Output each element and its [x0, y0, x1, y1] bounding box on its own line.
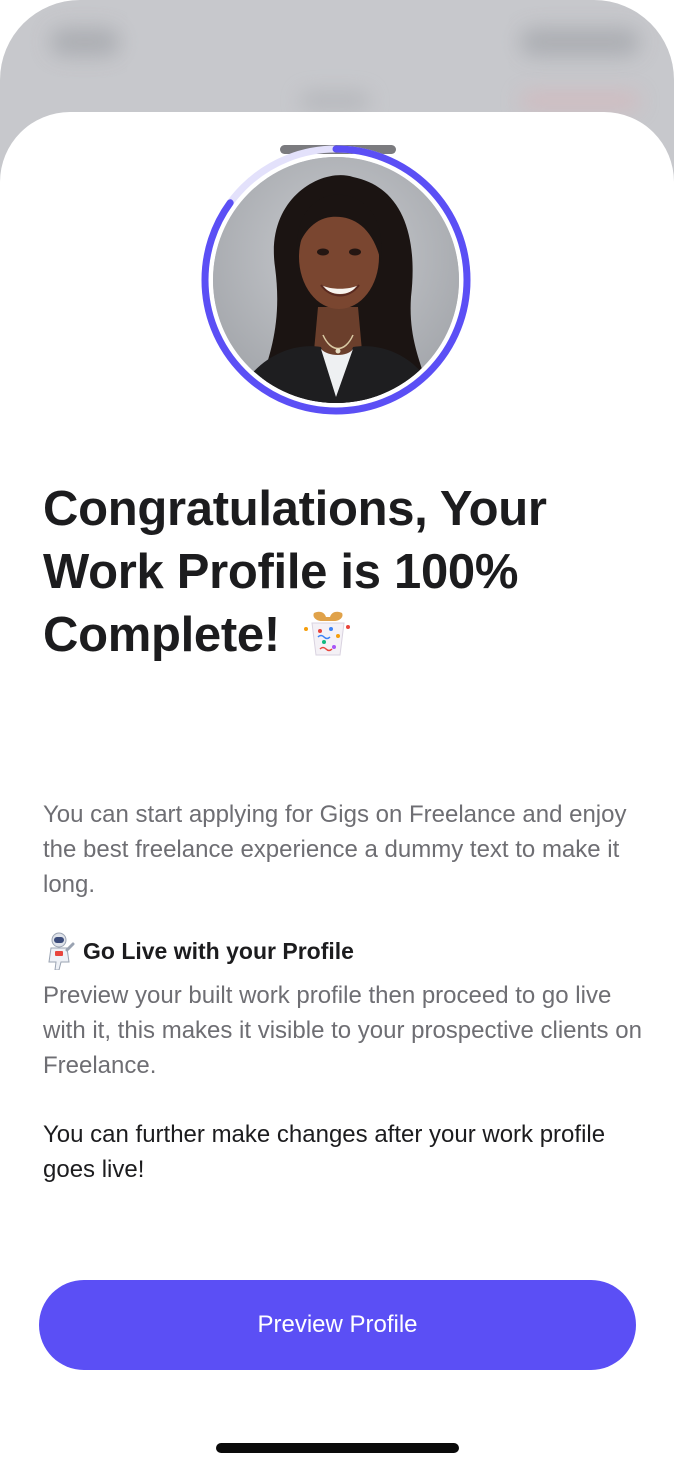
- avatar-photo: [213, 157, 459, 403]
- confetti-popper-icon: [303, 611, 350, 656]
- go-live-description: Preview your built work profile then pro…: [43, 982, 642, 1079]
- astronaut-icon: [48, 932, 75, 970]
- headline-text: Congratulations, Your Work Profile is 10…: [43, 482, 547, 662]
- blurred-content: [520, 92, 640, 110]
- blurred-content: [50, 28, 120, 56]
- screen: Congratulations, Your Work Profile is 10…: [0, 0, 674, 1471]
- intro-text: You can start applying for Gigs on Freel…: [43, 801, 627, 898]
- avatar: [213, 157, 459, 403]
- blurred-content: [520, 28, 640, 56]
- page-title: Congratulations, Your Work Profile is 10…: [43, 478, 643, 667]
- blurred-content: [300, 92, 370, 110]
- go-live-heading: Go Live with your Profile: [43, 931, 354, 971]
- profile-avatar-progress: [201, 145, 471, 415]
- home-indicator[interactable]: [216, 1443, 459, 1453]
- edit-note: You can further make changes after your …: [43, 1121, 606, 1183]
- go-live-title: Go Live with your Profile: [83, 937, 354, 964]
- preview-profile-button[interactable]: Preview Profile: [39, 1280, 636, 1370]
